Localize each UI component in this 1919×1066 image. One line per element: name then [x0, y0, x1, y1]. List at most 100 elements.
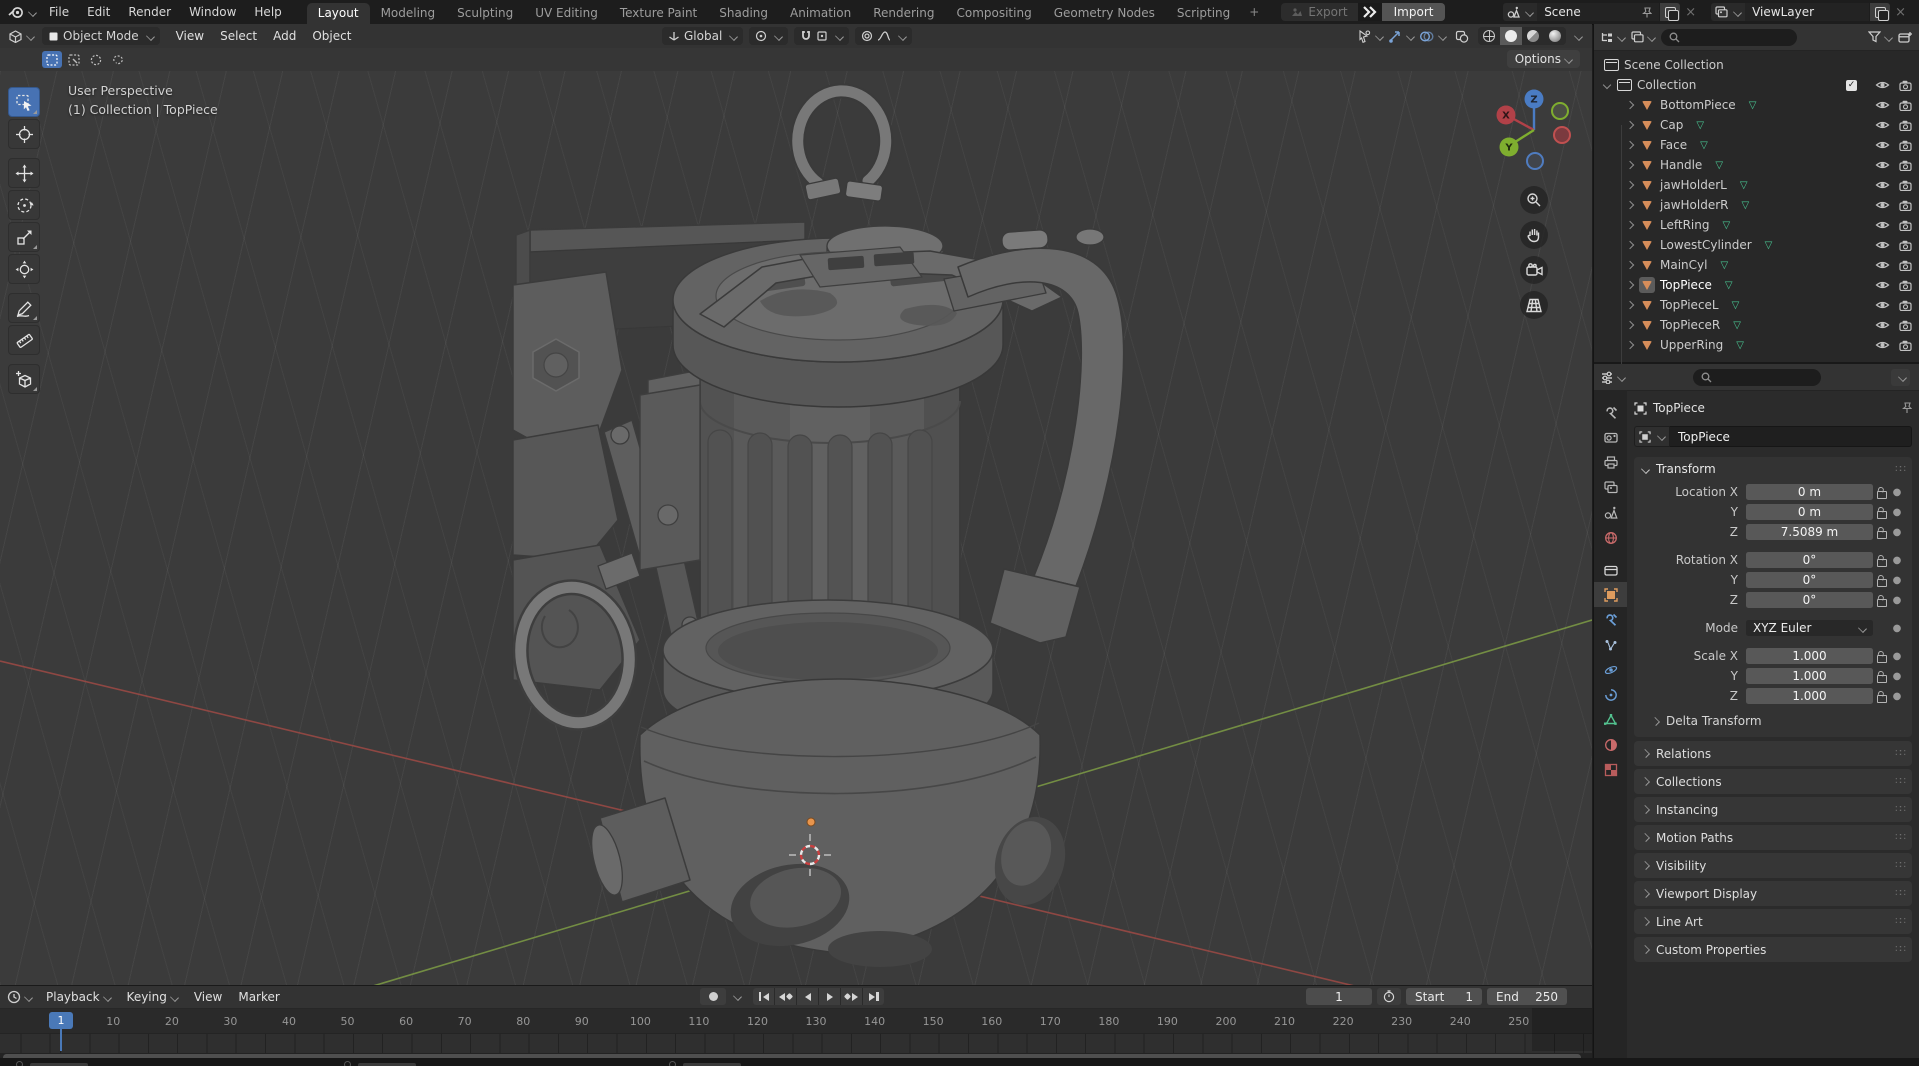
- play-button[interactable]: [819, 988, 840, 1005]
- outliner-object-row[interactable]: Handle ▽: [1594, 155, 1919, 175]
- disable-render-camera-icon[interactable]: [1899, 340, 1912, 351]
- hide-eye-icon[interactable]: [1875, 120, 1890, 130]
- disclosure-closed-icon[interactable]: [1625, 300, 1635, 310]
- panel-grip-icon[interactable]: ∷∷: [1895, 748, 1906, 759]
- editor-type-button[interactable]: [8, 29, 35, 43]
- tool-move-button[interactable]: [8, 158, 40, 188]
- tool-annotate-button[interactable]: [8, 293, 40, 323]
- lock-button[interactable]: [1873, 670, 1890, 683]
- breadcrumb-object-name[interactable]: TopPiece: [1653, 401, 1705, 415]
- hide-eye-icon[interactable]: [1875, 140, 1890, 150]
- outliner-object-row[interactable]: Cap ▽: [1594, 115, 1919, 135]
- animate-dot[interactable]: ●: [1890, 487, 1904, 498]
- rotation-mode-dropdown[interactable]: XYZ Euler: [1746, 620, 1873, 636]
- shading-solid-button[interactable]: [1500, 27, 1522, 45]
- disable-render-camera-icon[interactable]: [1899, 140, 1912, 151]
- object-id-browse-button[interactable]: [1634, 426, 1670, 447]
- outliner-editor-type-button[interactable]: [1600, 31, 1626, 44]
- tab-material[interactable]: [1594, 732, 1627, 757]
- tab-scene[interactable]: [1594, 500, 1627, 525]
- tab-modifiers[interactable]: [1594, 607, 1627, 632]
- shading-options-chevron[interactable]: [1574, 31, 1583, 41]
- collection-checkbox[interactable]: ✓: [1846, 79, 1857, 91]
- lock-button[interactable]: [1873, 554, 1890, 567]
- timeline-track-area[interactable]: [0, 1034, 1592, 1053]
- select-mode-lasso-button[interactable]: [108, 51, 128, 68]
- disable-render-camera-icon[interactable]: [1899, 300, 1912, 311]
- properties-section-header[interactable]: Viewport Display ∷∷: [1634, 881, 1912, 906]
- tool-rotate-button[interactable]: [8, 190, 40, 220]
- lock-button[interactable]: [1873, 506, 1890, 519]
- disable-render-camera-icon[interactable]: [1899, 120, 1912, 131]
- tab-world[interactable]: [1594, 525, 1627, 550]
- hide-eye-icon[interactable]: [1875, 300, 1890, 310]
- mesh-object-icon[interactable]: [1639, 157, 1655, 173]
- unlink-scene-button[interactable]: ×: [1680, 5, 1701, 20]
- topbar-menu-item[interactable]: Render: [119, 0, 180, 24]
- workspace-tab[interactable]: Scripting: [1166, 3, 1241, 24]
- topbar-menu-item[interactable]: Help: [245, 0, 290, 24]
- properties-section-header[interactable]: Motion Paths ∷∷: [1634, 825, 1912, 850]
- panel-grip-icon[interactable]: ∷∷: [1895, 804, 1906, 815]
- jump-to-start-button[interactable]: [753, 988, 774, 1005]
- mesh-object-icon[interactable]: [1639, 137, 1655, 153]
- select-mode-circle-button[interactable]: [86, 51, 106, 68]
- outliner-object-row[interactable]: Face ▽: [1594, 135, 1919, 155]
- mesh-object-icon[interactable]: [1639, 337, 1655, 353]
- disclosure-closed-icon[interactable]: [1625, 200, 1635, 210]
- viewport-menu-item[interactable]: Add: [265, 29, 304, 43]
- select-mode-box-button[interactable]: [64, 51, 84, 68]
- workspace-tab[interactable]: UV Editing: [524, 3, 609, 24]
- properties-editor-type-button[interactable]: [1600, 371, 1626, 384]
- workspace-tab[interactable]: Geometry Nodes: [1043, 3, 1166, 24]
- options-dropdown[interactable]: Options: [1506, 50, 1580, 68]
- hide-eye-icon[interactable]: [1875, 100, 1890, 110]
- topbar-menu-item[interactable]: Edit: [78, 0, 119, 24]
- panel-grip-icon[interactable]: ∷∷: [1895, 916, 1906, 927]
- disclosure-closed-icon[interactable]: [1625, 280, 1635, 290]
- tool-add-cube-button[interactable]: [8, 364, 40, 394]
- disclosure-closed-icon[interactable]: [1625, 260, 1635, 270]
- jump-to-end-button[interactable]: [863, 988, 884, 1005]
- workspace-tab[interactable]: Animation: [779, 3, 862, 24]
- disable-render-camera-icon[interactable]: [1899, 80, 1912, 91]
- disable-render-camera-icon[interactable]: [1899, 100, 1912, 111]
- outliner-object-row[interactable]: LowestCylinder ▽: [1594, 235, 1919, 255]
- panel-grip-icon[interactable]: ∷∷: [1895, 464, 1906, 475]
- transform-value-field[interactable]: 1.000: [1746, 648, 1873, 664]
- mesh-object-icon[interactable]: [1639, 97, 1655, 113]
- import-button[interactable]: Import: [1381, 3, 1446, 21]
- workspace-tab[interactable]: Layout: [306, 3, 370, 24]
- disable-render-camera-icon[interactable]: [1899, 220, 1912, 231]
- tab-collection[interactable]: [1594, 557, 1627, 582]
- panel-grip-icon[interactable]: ∷∷: [1895, 860, 1906, 871]
- hide-eye-icon[interactable]: [1875, 320, 1890, 330]
- disable-render-camera-icon[interactable]: [1899, 200, 1912, 211]
- camera-view-button[interactable]: [1520, 256, 1548, 284]
- disclosure-closed-icon[interactable]: [1625, 180, 1635, 190]
- lock-button[interactable]: [1873, 486, 1890, 499]
- workspace-tab[interactable]: Rendering: [862, 3, 945, 24]
- mesh-object-icon[interactable]: [1639, 177, 1655, 193]
- outliner-scene-collection-row[interactable]: Scene Collection: [1594, 55, 1919, 75]
- mesh-object-icon[interactable]: [1639, 197, 1655, 213]
- pin-icon[interactable]: [1902, 402, 1912, 414]
- new-view-layer-button[interactable]: [1870, 3, 1891, 21]
- workspace-tab[interactable]: Compositing: [945, 3, 1042, 24]
- current-frame-field[interactable]: 1: [1306, 988, 1372, 1005]
- timeline-editor-type-button[interactable]: [7, 990, 33, 1004]
- properties-section-header[interactable]: Custom Properties ∷∷: [1634, 937, 1912, 962]
- tab-object-data[interactable]: [1594, 707, 1627, 732]
- start-frame-field[interactable]: Start 1: [1406, 988, 1482, 1005]
- playhead-line[interactable]: [60, 1028, 62, 1051]
- properties-search-field[interactable]: [1693, 368, 1821, 386]
- transform-value-field[interactable]: 0°: [1746, 572, 1873, 588]
- viewport-menu-item[interactable]: Object: [304, 29, 359, 43]
- viewport-menu-item[interactable]: Select: [212, 29, 265, 43]
- outliner-object-row[interactable]: UpperRing ▽: [1594, 335, 1919, 355]
- outliner-object-row[interactable]: TopPieceR ▽: [1594, 315, 1919, 335]
- animate-dot[interactable]: ●: [1890, 595, 1904, 606]
- outliner-object-row[interactable]: TopPiece ▽: [1594, 275, 1919, 295]
- transform-value-field[interactable]: 0 m: [1746, 504, 1873, 520]
- workspace-tab[interactable]: Sculpting: [446, 3, 524, 24]
